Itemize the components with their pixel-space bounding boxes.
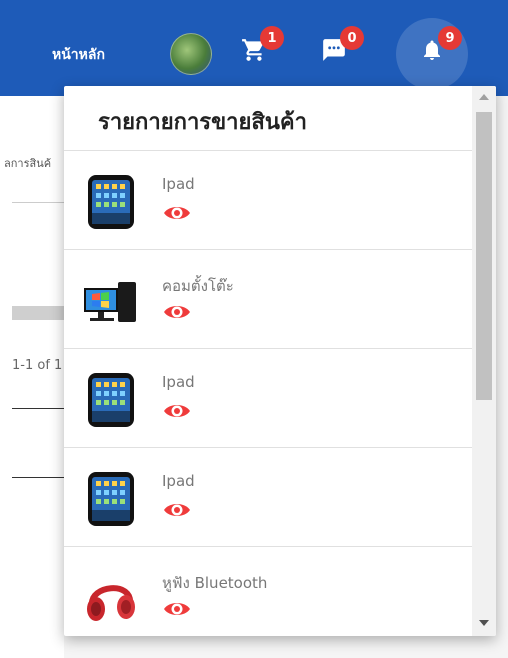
home-link[interactable]: หน้าหลัก — [52, 44, 105, 66]
background-partial-text: ลการสินค้ — [4, 157, 52, 170]
background-page: ลการสินค้ 1-1 of 1 — [0, 96, 65, 658]
avatar[interactable] — [170, 33, 212, 75]
desktop-computer-icon — [82, 272, 140, 330]
messages-badge: 0 — [340, 26, 364, 50]
eye-icon[interactable] — [162, 203, 192, 223]
eye-icon[interactable] — [162, 401, 192, 421]
list-item[interactable]: Ipad — [64, 151, 472, 250]
notifications-badge: 9 — [438, 26, 462, 50]
ipad-icon — [82, 371, 140, 429]
pagination-text: 1-1 of 1 — [12, 358, 63, 373]
top-app-bar: หน้าหลัก 1 0 9 — [0, 0, 508, 96]
cart-button[interactable]: 1 — [238, 26, 284, 66]
item-label: Ipad — [162, 175, 195, 193]
scrollbar[interactable] — [472, 86, 496, 636]
headphones-icon — [82, 569, 140, 627]
scroll-thumb[interactable] — [476, 112, 492, 400]
item-label: Ipad — [162, 472, 195, 490]
eye-icon[interactable] — [162, 500, 192, 520]
bell-holder: 9 — [416, 26, 462, 66]
notifications-button[interactable]: 9 — [396, 18, 468, 90]
eye-icon[interactable] — [162, 302, 192, 322]
table-cell — [12, 408, 65, 478]
cart-badge: 1 — [260, 26, 284, 50]
list-item[interactable]: Ipad — [64, 448, 472, 547]
divider — [12, 202, 64, 203]
ipad-icon — [82, 470, 140, 528]
scroll-down-icon[interactable] — [479, 620, 489, 626]
eye-icon[interactable] — [162, 599, 192, 619]
list-item[interactable]: Ipad — [64, 349, 472, 448]
table-header-bar — [12, 306, 64, 320]
dropdown-title: รายกายการขายสินค้า — [98, 110, 307, 135]
list-item[interactable]: คอมตั้งโต๊ะ — [64, 250, 472, 349]
ipad-icon — [82, 173, 140, 231]
item-label: หูฟัง Bluetooth — [162, 574, 268, 592]
item-label: คอมตั้งโต๊ะ — [162, 277, 234, 295]
item-label: Ipad — [162, 373, 195, 391]
messages-button[interactable]: 0 — [318, 26, 364, 66]
list-item[interactable]: หูฟัง Bluetooth — [64, 547, 472, 636]
scroll-up-icon[interactable] — [479, 94, 489, 100]
sales-dropdown: รายกายการขายสินค้า Ipad คอมตั้งโต๊ะ Ipad… — [64, 86, 496, 636]
